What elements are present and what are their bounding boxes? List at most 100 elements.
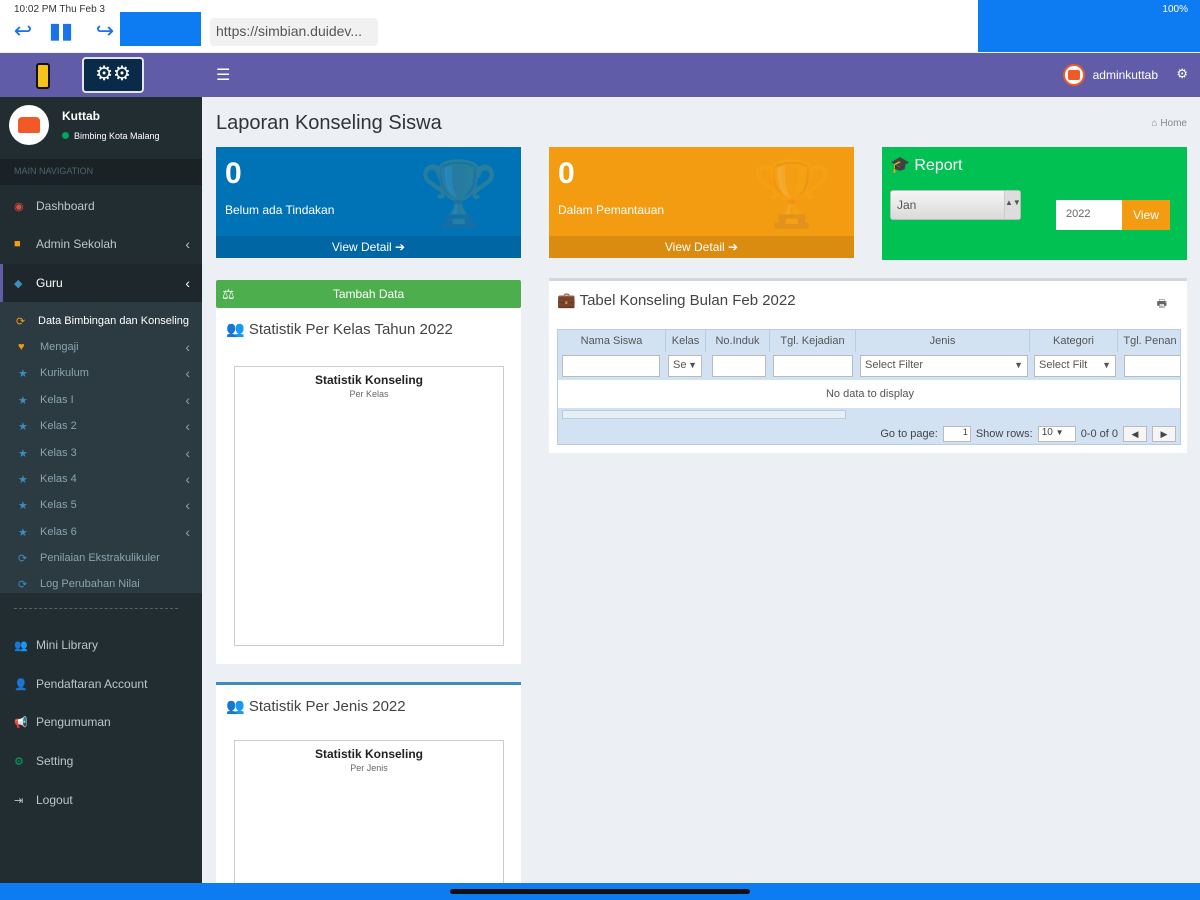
sidebar-item-mengaji[interactable]: ♥ Mengaji ‹ <box>0 334 202 360</box>
school-subtitle-text: Bimbing Kota Malang <box>74 131 160 141</box>
rows-per-page-select[interactable]: 10 ▼ <box>1037 426 1076 442</box>
horizontal-scrollbar[interactable] <box>562 410 846 419</box>
month-select-value: Jan <box>897 198 917 212</box>
panel-title: 👥 Statistik Per Jenis 2022 <box>226 697 406 715</box>
sidebar-item-dashboard[interactable]: ◉ Dashboard <box>0 187 202 225</box>
users-icon: 👥 <box>226 321 245 338</box>
users-icon: 👥 <box>14 639 28 652</box>
sidebar-item-label: Kelas I <box>40 394 74 406</box>
panel-title: 👥 Statistik Per Kelas Tahun 2022 <box>226 320 453 338</box>
month-select[interactable]: Jan ▲▼ <box>890 190 1021 220</box>
users-icon: 👥 <box>226 698 245 715</box>
filter-jenis[interactable]: Select Filter ▼ <box>860 355 1028 377</box>
column-header[interactable]: Kategori <box>1030 330 1118 352</box>
add-data-button[interactable]: ⚖ Tambah Data <box>216 280 521 308</box>
goto-page-label: Go to page: <box>880 428 938 440</box>
sidebar-item-guru[interactable]: ◆ Guru ‹ <box>0 264 202 302</box>
chart-subtitle: Per Kelas <box>349 389 389 399</box>
menu-toggle-icon[interactable]: ☰ <box>216 65 230 85</box>
print-icon[interactable]: 🖶 <box>1157 295 1167 314</box>
sidebar-item-label: Log Perubahan Nilai <box>40 578 140 590</box>
star-icon: ★ <box>18 420 28 433</box>
user-menu[interactable]: adminkuttab <box>1062 64 1158 86</box>
school-name: Kuttab <box>62 109 100 123</box>
gears-icon: ⚙ <box>14 755 24 768</box>
star-icon: ★ <box>18 526 28 539</box>
forward-icon[interactable]: ↪ <box>92 18 118 44</box>
report-title: 🎓 Report <box>890 155 962 175</box>
chevron-left-icon: ‹ <box>185 365 190 381</box>
sidebar-item-label: Logout <box>36 793 73 807</box>
filter-no-induk[interactable] <box>712 355 766 377</box>
chevron-left-icon: ‹ <box>185 418 190 434</box>
sidebar-item-label: Kelas 6 <box>40 526 77 538</box>
panel-title-text: Statistik Per Jenis 2022 <box>248 698 406 715</box>
star-icon: ★ <box>18 473 28 486</box>
sidebar-item-setting[interactable]: ⚙ Setting <box>0 742 202 780</box>
sidebar-item-kelas-5[interactable]: ★ Kelas 5 ‹ <box>0 492 202 518</box>
sidebar-item-log-perubahan-nilai[interactable]: ⟳ Log Perubahan Nilai <box>0 571 202 597</box>
year-input[interactable]: 2022 <box>1056 200 1122 230</box>
app-logo[interactable]: ⚙⚙ <box>0 53 202 97</box>
school-subtitle: Bimbing Kota Malang <box>62 131 160 141</box>
bottom-bar <box>0 883 1200 900</box>
column-header[interactable]: No.Induk <box>706 330 770 352</box>
url-field[interactable]: https://simbian.duidev... <box>210 18 378 46</box>
data-grid: Nama Siswa Kelas No.Induk Tgl. Kejadian … <box>557 329 1181 445</box>
panel-title-text: Statistik Per Kelas Tahun 2022 <box>248 321 453 338</box>
view-detail-link[interactable]: View Detail ➔ <box>216 236 521 258</box>
sidebar-item-pendaftaran-account[interactable]: 👤 Pendaftaran Account <box>0 665 202 703</box>
sidebar: Kuttab Bimbing Kota Malang MAIN NAVIGATI… <box>0 97 202 883</box>
nav-divider <box>14 608 178 609</box>
sidebar-item-kelas-1[interactable]: ★ Kelas I ‹ <box>0 387 202 413</box>
sidebar-item-label: Pengumuman <box>36 715 111 729</box>
teacher-icon: ◆ <box>14 277 23 290</box>
next-page-button[interactable]: ▶ <box>1152 426 1176 442</box>
user-add-icon: 👤 <box>14 678 28 691</box>
show-rows-label: Show rows: <box>975 428 1033 440</box>
sidebar-item-bimbingan-konseling[interactable]: ⟳ Data Bimbingan dan Konseling <box>0 308 202 334</box>
goto-page-input[interactable]: 1 <box>942 426 971 442</box>
rows-per-page-value: 10 <box>1041 427 1053 438</box>
stat-value: 0 <box>225 157 242 190</box>
prev-page-button[interactable]: ◀ <box>1123 426 1147 442</box>
column-header[interactable]: Jenis <box>856 330 1030 352</box>
sidebar-item-mini-library[interactable]: 👥 Mini Library <box>0 626 202 664</box>
filter-kelas[interactable]: Se ▼ <box>668 355 702 377</box>
column-header[interactable]: Nama Siswa <box>558 330 666 352</box>
view-report-button[interactable]: View <box>1122 200 1170 230</box>
sidebar-item-label: Penilaian Ekstrakulikuler <box>40 552 160 564</box>
table-title: 💼 Tabel Konseling Bulan Feb 2022 <box>557 291 796 309</box>
sidebar-item-kelas-2[interactable]: ★ Kelas 2 ‹ <box>0 413 202 439</box>
chart-kelas: Statistik Konseling Per Kelas <box>234 366 504 646</box>
home-indicator[interactable] <box>450 889 750 894</box>
sidebar-item-penilaian-ekstrakulikuler[interactable]: ⟳ Penilaian Ekstrakulikuler <box>0 545 202 571</box>
sidebar-item-kurikulum[interactable]: ★ Kurikulum ‹ <box>0 360 202 386</box>
sidebar-item-pengumuman[interactable]: 📢 Pengumuman <box>0 703 202 741</box>
breadcrumb[interactable]: ⌂ Home <box>1151 118 1187 129</box>
sidebar-item-kelas-3[interactable]: ★ Kelas 3 ‹ <box>0 440 202 466</box>
back-icon[interactable]: ↩ <box>10 18 36 44</box>
caret-down-icon: ▼ <box>688 360 697 370</box>
sidebar-item-admin-sekolah[interactable]: ■ Admin Sekolah ‹ <box>0 225 202 263</box>
column-header[interactable]: Kelas <box>666 330 706 352</box>
sidebar-item-logout[interactable]: ⇥ Logout <box>0 781 202 819</box>
caret-down-icon: ▼ <box>1055 428 1064 437</box>
chevron-left-icon: ‹ <box>185 392 190 408</box>
sidebar-item-kelas-6[interactable]: ★ Kelas 6 ‹ <box>0 519 202 545</box>
sidebar-toggle-icon[interactable]: ▮▮ <box>48 18 74 44</box>
filter-tgl-penanganan[interactable] <box>1124 355 1180 377</box>
filter-kategori[interactable]: Select Filt ▼ <box>1034 355 1116 377</box>
chevron-left-icon: ‹ <box>185 497 190 513</box>
column-header[interactable]: Tgl. Kejadian <box>770 330 856 352</box>
filter-tgl-kejadian[interactable] <box>773 355 853 377</box>
filter-nama-siswa[interactable] <box>562 355 660 377</box>
user-panel: Kuttab Bimbing Kota Malang <box>0 97 202 157</box>
breadcrumb-home: Home <box>1160 118 1187 129</box>
chevron-left-icon: ‹ <box>185 339 190 355</box>
gears-icon[interactable]: ⚙ <box>1176 66 1188 82</box>
column-header[interactable]: Tgl. Penan <box>1118 330 1180 352</box>
sidebar-item-kelas-4[interactable]: ★ Kelas 4 ‹ <box>0 466 202 492</box>
dashboard-icon: ◉ <box>14 200 24 213</box>
view-detail-link[interactable]: View Detail ➔ <box>549 236 854 258</box>
